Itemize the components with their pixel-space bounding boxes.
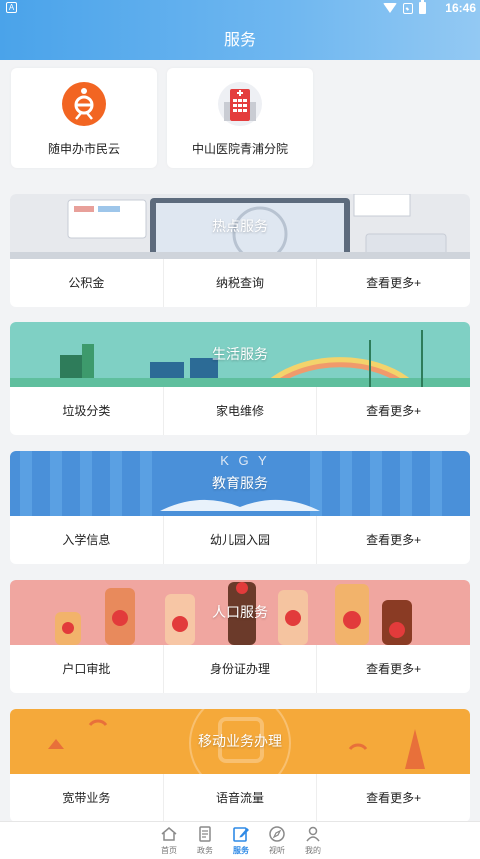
section-title: 热点服务 xyxy=(212,218,268,234)
education-services-banner[interactable]: K G Y 教育服务 xyxy=(10,451,470,516)
nav-label: 首页 xyxy=(161,846,177,855)
section-title: 教育服务 xyxy=(212,475,268,491)
section-title: 生活服务 xyxy=(212,346,268,362)
view-more-button[interactable]: 查看更多+ xyxy=(316,387,470,435)
view-more-button[interactable]: 查看更多+ xyxy=(316,259,470,307)
sim-icon xyxy=(403,2,413,14)
compass-icon xyxy=(269,826,285,842)
service-item-garbage-sorting[interactable]: 垃圾分类 xyxy=(10,387,163,435)
battery-icon xyxy=(419,0,426,14)
edit-icon xyxy=(233,827,249,842)
hot-services-banner[interactable]: 热点服务 xyxy=(10,194,470,259)
wifi-icon xyxy=(383,3,397,13)
service-item-enrollment-info[interactable]: 入学信息 xyxy=(10,516,163,564)
section-education-services: K G Y 教育服务 入学信息 幼儿园入园 查看更多+ xyxy=(10,451,470,564)
quick-service-label: 中山医院青浦分院 xyxy=(191,142,288,156)
service-item-housing-fund[interactable]: 公积金 xyxy=(10,259,163,307)
nav-label: 我的 xyxy=(305,846,321,855)
view-more-button[interactable]: 查看更多+ xyxy=(316,774,470,822)
status-bar: A 16:46 xyxy=(0,0,480,16)
nav-label: 政务 xyxy=(197,846,213,855)
view-more-button[interactable]: 查看更多+ xyxy=(316,516,470,564)
service-item-broadband[interactable]: 宽带业务 xyxy=(10,774,163,822)
section-title: 移动业务办理 xyxy=(198,733,282,749)
mobile-services-banner[interactable]: 移动业务办理 xyxy=(10,709,470,774)
nav-government[interactable]: 政务 xyxy=(187,825,223,856)
quick-service-label: 随申办市民云 xyxy=(47,142,120,156)
service-item-id-card[interactable]: 身份证办理 xyxy=(162,645,317,693)
home-icon xyxy=(161,827,177,841)
section-title: 人口服务 xyxy=(212,604,268,620)
hospital-logo-icon xyxy=(218,82,262,126)
suishenban-logo-icon xyxy=(62,82,106,126)
quick-service-suishenban[interactable]: 随申办市民云 xyxy=(11,68,157,168)
nav-label: 视听 xyxy=(269,846,285,855)
status-time: 16:46 xyxy=(445,1,476,15)
service-item-appliance-repair[interactable]: 家电维修 xyxy=(162,387,317,435)
header-bar: A 16:46 服务 xyxy=(0,0,480,60)
section-population-services: 人口服务 户口审批 身份证办理 查看更多+ xyxy=(10,580,470,693)
service-item-tax-query[interactable]: 纳税查询 xyxy=(162,259,317,307)
service-item-kindergarten[interactable]: 幼儿园入园 xyxy=(162,516,317,564)
quick-service-hospital[interactable]: 中山医院青浦分院 xyxy=(167,68,313,168)
page-title: 服务 xyxy=(223,32,256,49)
service-item-household-approval[interactable]: 户口审批 xyxy=(10,645,163,693)
view-more-button[interactable]: 查看更多+ xyxy=(316,645,470,693)
bottom-nav: 首页 政务 服务 视听 我的 xyxy=(0,821,480,859)
section-mobile-services: 移动业务办理 宽带业务 语音流量 查看更多+ xyxy=(10,709,470,822)
life-services-banner[interactable]: 生活服务 xyxy=(10,322,470,387)
nav-label: 服务 xyxy=(233,846,249,855)
nav-home[interactable]: 首页 xyxy=(151,825,187,856)
nav-media[interactable]: 视听 xyxy=(259,825,295,856)
service-item-voice-data[interactable]: 语音流量 xyxy=(162,774,317,822)
user-icon xyxy=(306,826,320,842)
nav-services[interactable]: 服务 xyxy=(223,825,259,856)
banner-letters: K G Y xyxy=(220,453,270,468)
section-hot-services: 热点服务 公积金 纳税查询 查看更多+ xyxy=(10,194,470,307)
population-services-banner[interactable]: 人口服务 xyxy=(10,580,470,645)
section-life-services: 生活服务 垃圾分类 家电维修 查看更多+ xyxy=(10,322,470,435)
document-icon xyxy=(199,826,211,842)
nav-profile[interactable]: 我的 xyxy=(295,825,331,856)
notification-icon: A xyxy=(6,2,17,13)
